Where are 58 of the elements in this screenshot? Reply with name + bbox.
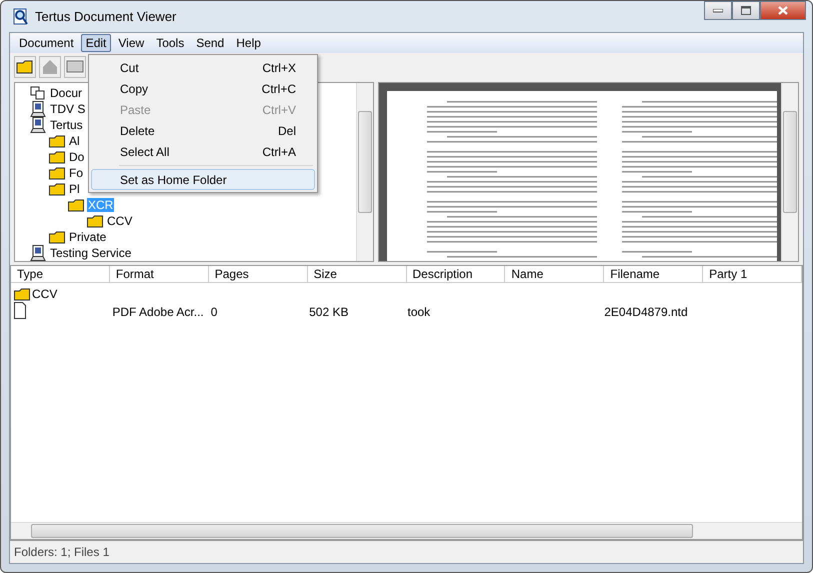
close-icon	[778, 6, 788, 15]
menu-item[interactable]: Edit	[80, 34, 112, 52]
column-header[interactable]: Size	[308, 266, 406, 282]
tree-item[interactable]: Tertus	[49, 118, 84, 132]
tree-item[interactable]: Do	[68, 150, 86, 164]
folder-icon	[49, 134, 65, 148]
vertical-scrollbar[interactable]	[781, 83, 798, 261]
monitor-icon[interactable]	[64, 56, 86, 78]
maximize-icon	[741, 6, 751, 15]
horizontal-scrollbar[interactable]	[11, 522, 802, 539]
vertical-scrollbar[interactable]	[356, 83, 373, 261]
tree-item[interactable]: TDV S	[49, 102, 86, 116]
tree-item[interactable]: Pl	[68, 182, 81, 196]
table-cell: 502 KB	[309, 305, 348, 319]
computer-icon	[30, 117, 46, 133]
table-cell: PDF Adobe Acr...	[112, 305, 204, 319]
menu-item[interactable]: Cut Ctrl+X	[91, 57, 315, 78]
folder-icon	[49, 166, 65, 180]
table-cell: took	[408, 305, 430, 319]
window-title: Tertus Document Viewer	[35, 9, 176, 24]
menu-item[interactable]: Set as Home Folder	[91, 169, 315, 190]
folder-icon	[49, 150, 65, 164]
tree-item[interactable]: Al	[68, 134, 81, 148]
menu-item[interactable]: Copy Ctrl+C	[91, 78, 315, 99]
table-cell: 2E04D4879.ntd	[604, 305, 688, 319]
tree-item[interactable]: Testing Service	[49, 246, 132, 260]
folder-icon	[87, 214, 103, 228]
column-header[interactable]: Format	[110, 266, 209, 282]
column-header[interactable]: Party 1	[703, 266, 802, 282]
tree-item[interactable]: Docur	[49, 86, 84, 100]
tree-item[interactable]: Fo	[68, 166, 84, 180]
tree-item[interactable]: Private	[68, 230, 108, 244]
menu-item[interactable]: Tools	[151, 34, 190, 52]
menu-item[interactable]: Send	[191, 34, 230, 52]
menu-item[interactable]: Delete Del	[91, 120, 315, 141]
table-cell: 0	[210, 305, 218, 319]
tree-item[interactable]: CCV	[106, 214, 134, 228]
column-header[interactable]: Pages	[208, 266, 308, 282]
column-header[interactable]: Type	[11, 266, 110, 282]
folder-icon	[68, 198, 84, 212]
minimize-icon	[713, 8, 723, 12]
menu-item[interactable]: Select All Ctrl+A	[91, 141, 315, 162]
menu-item[interactable]: View	[113, 34, 150, 52]
status-text: Folders: 1; Files 1	[14, 545, 110, 559]
column-header[interactable]: Description	[406, 266, 506, 282]
folder-icon	[49, 230, 65, 244]
computer-icon	[30, 101, 46, 117]
menu-item[interactable]: Help	[231, 34, 266, 52]
magnifier-document-icon	[13, 8, 29, 26]
column-header[interactable]: Filename	[604, 266, 704, 282]
file-icon	[14, 302, 26, 319]
folder-icon	[14, 288, 30, 300]
documents-icon	[30, 86, 46, 100]
folder-icon	[49, 182, 65, 196]
column-header[interactable]: Name	[505, 266, 604, 282]
folder-icon[interactable]	[14, 56, 36, 78]
menu-item[interactable]: Document	[14, 34, 79, 52]
table-cell: CCV	[32, 287, 58, 301]
